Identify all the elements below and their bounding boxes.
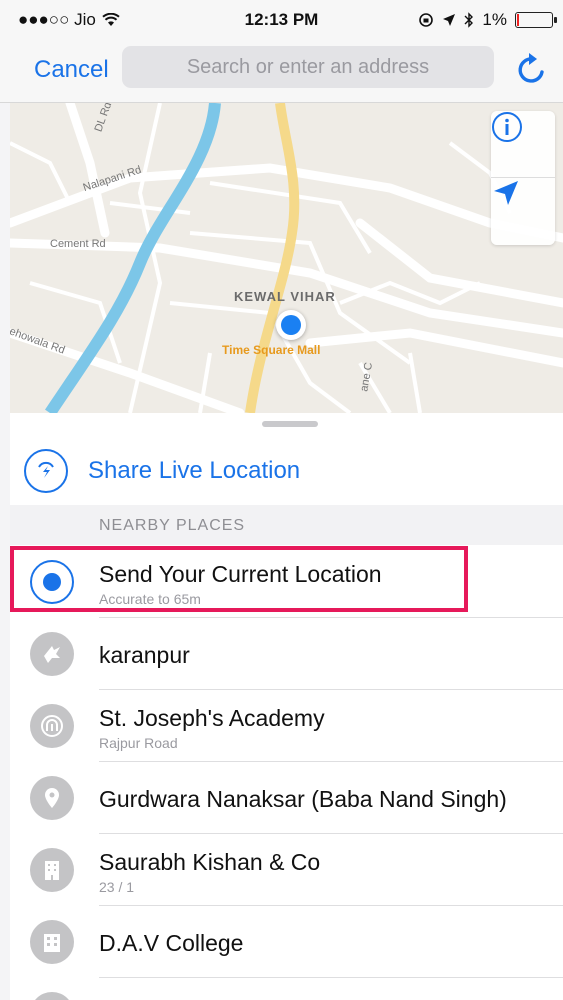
place-subtitle: 23 / 1 [99, 879, 135, 895]
list-item[interactable]: Gurdwara Nanaksar (Baba Nand Singh) [10, 762, 563, 834]
place-title: Gurdwara Nanaksar (Baba Nand Singh) [99, 786, 507, 812]
list-item[interactable]: karanpur [10, 618, 563, 690]
location-arrow-icon [443, 14, 456, 26]
list-item[interactable]: D.A.V College [10, 906, 563, 978]
battery-percent: 1% [482, 10, 507, 29]
location-sheet: Share Live Location NEARBY PLACES Send Y… [10, 413, 563, 1000]
refresh-icon[interactable] [515, 50, 549, 86]
place-title: karanpur [99, 642, 190, 668]
place-title: D.A.V College [99, 930, 244, 956]
place-title: Send Your Current Location [99, 561, 382, 587]
building-icon [30, 848, 74, 892]
place-title: St. Joseph's Academy [99, 705, 325, 731]
map-controls [491, 111, 555, 245]
place-title: Saurabh Kishan & Co [99, 849, 321, 875]
list-item[interactable]: St. Joseph's Academy Rajpur Road [10, 690, 563, 762]
college-icon [30, 920, 74, 964]
road-label: Cement Rd [50, 238, 106, 250]
rotation-lock-icon [419, 13, 434, 27]
screen: ●●●○○ Jio 12:13 PM 1% Cancel Search or e… [0, 0, 563, 1000]
sheet-grabber[interactable] [262, 421, 318, 427]
user-location-dot [276, 310, 306, 340]
place-icon [30, 632, 74, 676]
map-info-button[interactable] [491, 111, 555, 178]
battery-icon [515, 12, 557, 28]
list-item[interactable] [10, 978, 563, 1000]
share-live-location-button[interactable]: Share Live Location [10, 441, 563, 503]
map-view[interactable]: DL Rd Nalapani Rd Cement Rd ehowala Rd a… [10, 103, 563, 413]
live-location-icon [24, 449, 68, 493]
status-right-group: 1% [418, 10, 557, 30]
bluetooth-icon [464, 12, 474, 28]
info-icon [492, 112, 522, 142]
place-subtitle: Accurate to 65m [99, 591, 201, 607]
list-item[interactable]: Saurabh Kishan & Co 23 / 1 [10, 834, 563, 906]
status-bar: ●●●○○ Jio 12:13 PM 1% [0, 0, 563, 40]
area-label: KEWAL VIHAR [234, 289, 336, 304]
place-subtitle: Rajpur Road [99, 735, 178, 751]
location-arrow-icon [494, 181, 518, 205]
map-roads [10, 103, 563, 413]
place-icon [30, 992, 74, 1000]
locate-me-button[interactable] [491, 178, 555, 244]
list-item-current-location[interactable]: Send Your Current Location Accurate to 6… [10, 546, 563, 618]
current-location-icon [30, 560, 74, 604]
poi-label[interactable]: Time Square Mall [222, 343, 320, 357]
nearby-places-list: Send Your Current Location Accurate to 6… [10, 546, 563, 1000]
search-input[interactable]: Search or enter an address [122, 46, 494, 88]
share-live-label: Share Live Location [88, 457, 301, 484]
school-icon [30, 704, 74, 748]
section-header-label: NEARBY PLACES [99, 517, 246, 534]
pin-icon [30, 776, 74, 820]
nav-bar: Cancel Search or enter an address [0, 40, 563, 103]
section-header: NEARBY PLACES [10, 505, 563, 545]
cancel-button[interactable]: Cancel [34, 56, 109, 84]
